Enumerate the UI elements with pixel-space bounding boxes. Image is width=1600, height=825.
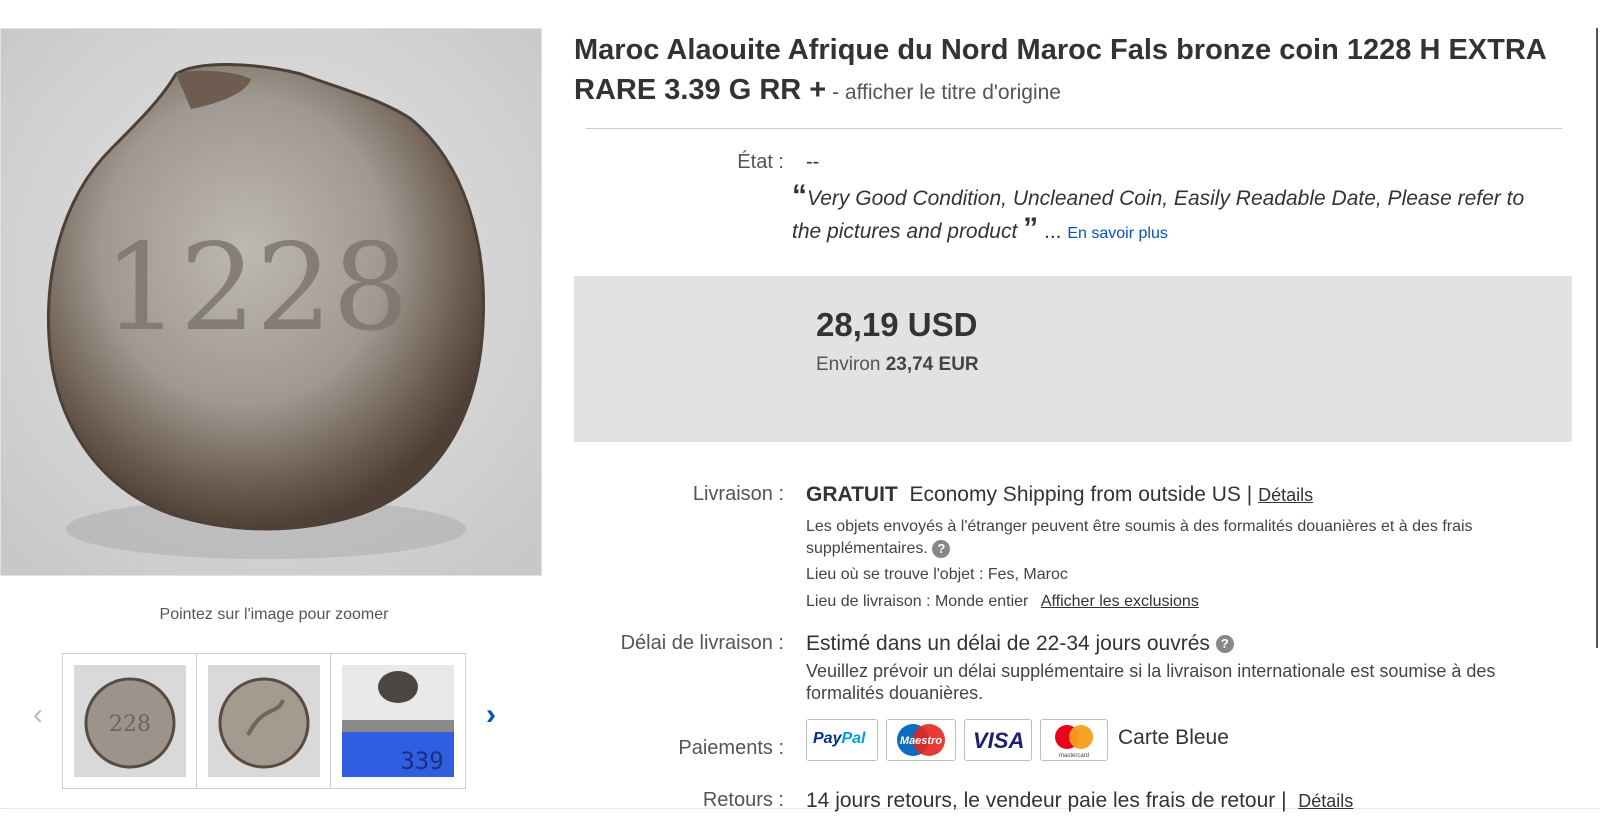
returns-sep: |	[1281, 789, 1287, 812]
scrollbar-edge	[1596, 28, 1598, 648]
condition-value: --	[806, 151, 820, 173]
thumbnail-reverse-image	[208, 665, 320, 777]
approx-value: 23,74 EUR	[885, 354, 979, 375]
svg-text:Maestro: Maestro	[900, 735, 942, 747]
maestro-logo: Maestro	[886, 719, 956, 761]
price-amount: 28,19 USD	[816, 306, 978, 343]
shipping-summary: GRATUIT Economy Shipping from outside US…	[806, 483, 1313, 507]
shipping-sep: |	[1246, 483, 1253, 506]
ships-to-label: Lieu de livraison :	[806, 593, 931, 610]
chevron-left-icon[interactable]: ‹	[33, 700, 43, 730]
shipping-details-link[interactable]: Détails	[1258, 485, 1313, 505]
customs-note-text: Les objets envoyés à l'étranger peuvent …	[806, 518, 1473, 557]
main-product-image[interactable]: 1228	[0, 28, 542, 576]
returns-policy: 14 jours retours, le vendeur paie les fr…	[806, 789, 1353, 813]
shipping-service: Economy Shipping from outside US	[909, 483, 1241, 506]
ships-to-value: Monde entier	[934, 593, 1029, 610]
svg-text:mastercard: mastercard	[1059, 753, 1089, 759]
customs-note: Les objets envoyés à l'étranger peuvent …	[806, 516, 1546, 560]
exclusions-link[interactable]: Afficher les exclusions	[1041, 593, 1199, 610]
svg-text:228: 228	[109, 712, 151, 737]
condition-label: État :	[737, 151, 784, 173]
delivery-note: Veuillez prévoir un délai supplémentaire…	[806, 661, 1496, 703]
payments-label: Paiements :	[678, 737, 784, 759]
thumbnail-reverse[interactable]	[196, 653, 332, 789]
open-quote: “	[792, 179, 807, 212]
title-divider	[586, 128, 1562, 129]
visa-logo: VISA	[964, 719, 1032, 761]
paypal-text: PayPal	[813, 730, 866, 747]
svg-text:339: 339	[400, 747, 443, 775]
price-approx: Environ 23,74 EUR	[816, 354, 979, 376]
thumbnail-strip: ‹ 228 339 ›	[28, 650, 508, 790]
ellipsis: ...	[1038, 220, 1068, 243]
mastercard-logo: mastercard	[1040, 719, 1108, 761]
visa-text: VISA	[973, 728, 1025, 753]
help-icon[interactable]: ?	[1215, 635, 1234, 654]
thumbnail-obverse-image: 228	[74, 665, 186, 777]
price-panel: 28,19 USD Environ 23,74 EUR	[574, 276, 1572, 442]
delivery-estimate: Estimé dans un délai de 22-34 jours ouvr…	[806, 632, 1234, 656]
zoom-hint: Pointez sur l'image pour zoomer	[159, 606, 389, 623]
thumbnail-obverse[interactable]: 228	[62, 653, 198, 789]
delivery-estimate-text: Estimé dans un délai de 22-34 jours ouvr…	[806, 632, 1210, 655]
returns-details-link[interactable]: Détails	[1298, 791, 1353, 811]
item-location-value: Fes, Maroc	[987, 566, 1068, 583]
coin-photo: 1228	[1, 29, 541, 575]
thumbnail-scale-image: 339	[342, 665, 454, 777]
item-location: Lieu où se trouve l'objet : Fes, Maroc	[806, 564, 1068, 586]
help-icon[interactable]: ?	[932, 539, 951, 558]
thumbnail-scale[interactable]: 339	[330, 653, 466, 789]
close-quote: ”	[1023, 212, 1039, 245]
paypal-logo: PayPal	[806, 719, 878, 761]
condition-description: “Very Good Condition, Uncleaned Coin, Ea…	[792, 179, 1552, 250]
shipping-label: Livraison :	[692, 483, 784, 505]
divider	[0, 808, 1600, 809]
coin-date-stamp: 1228	[103, 219, 408, 358]
maestro-icon: Maestro	[897, 724, 945, 756]
chevron-right-icon[interactable]: ›	[486, 700, 496, 730]
approx-prefix: Environ	[816, 354, 886, 375]
learn-more-link[interactable]: En savoir plus	[1067, 225, 1168, 242]
title-separator: -	[826, 81, 845, 104]
original-title-link[interactable]: afficher le titre d'origine	[845, 81, 1061, 104]
mastercard-icon: mastercard	[1055, 725, 1093, 759]
carte-bleue-text: Carte Bleue	[1118, 726, 1229, 749]
delivery-label: Délai de livraison :	[620, 632, 784, 654]
item-location-label: Lieu où se trouve l'objet :	[806, 566, 984, 583]
returns-text: 14 jours retours, le vendeur paie les fr…	[806, 789, 1276, 812]
returns-label: Retours :	[702, 789, 784, 811]
ships-to: Lieu de livraison : Monde entier Affiche…	[806, 591, 1199, 613]
listing-title: Maroc Alaouite Afrique du Nord Maroc Fal…	[574, 30, 1574, 113]
shipping-cost: GRATUIT	[806, 483, 898, 506]
